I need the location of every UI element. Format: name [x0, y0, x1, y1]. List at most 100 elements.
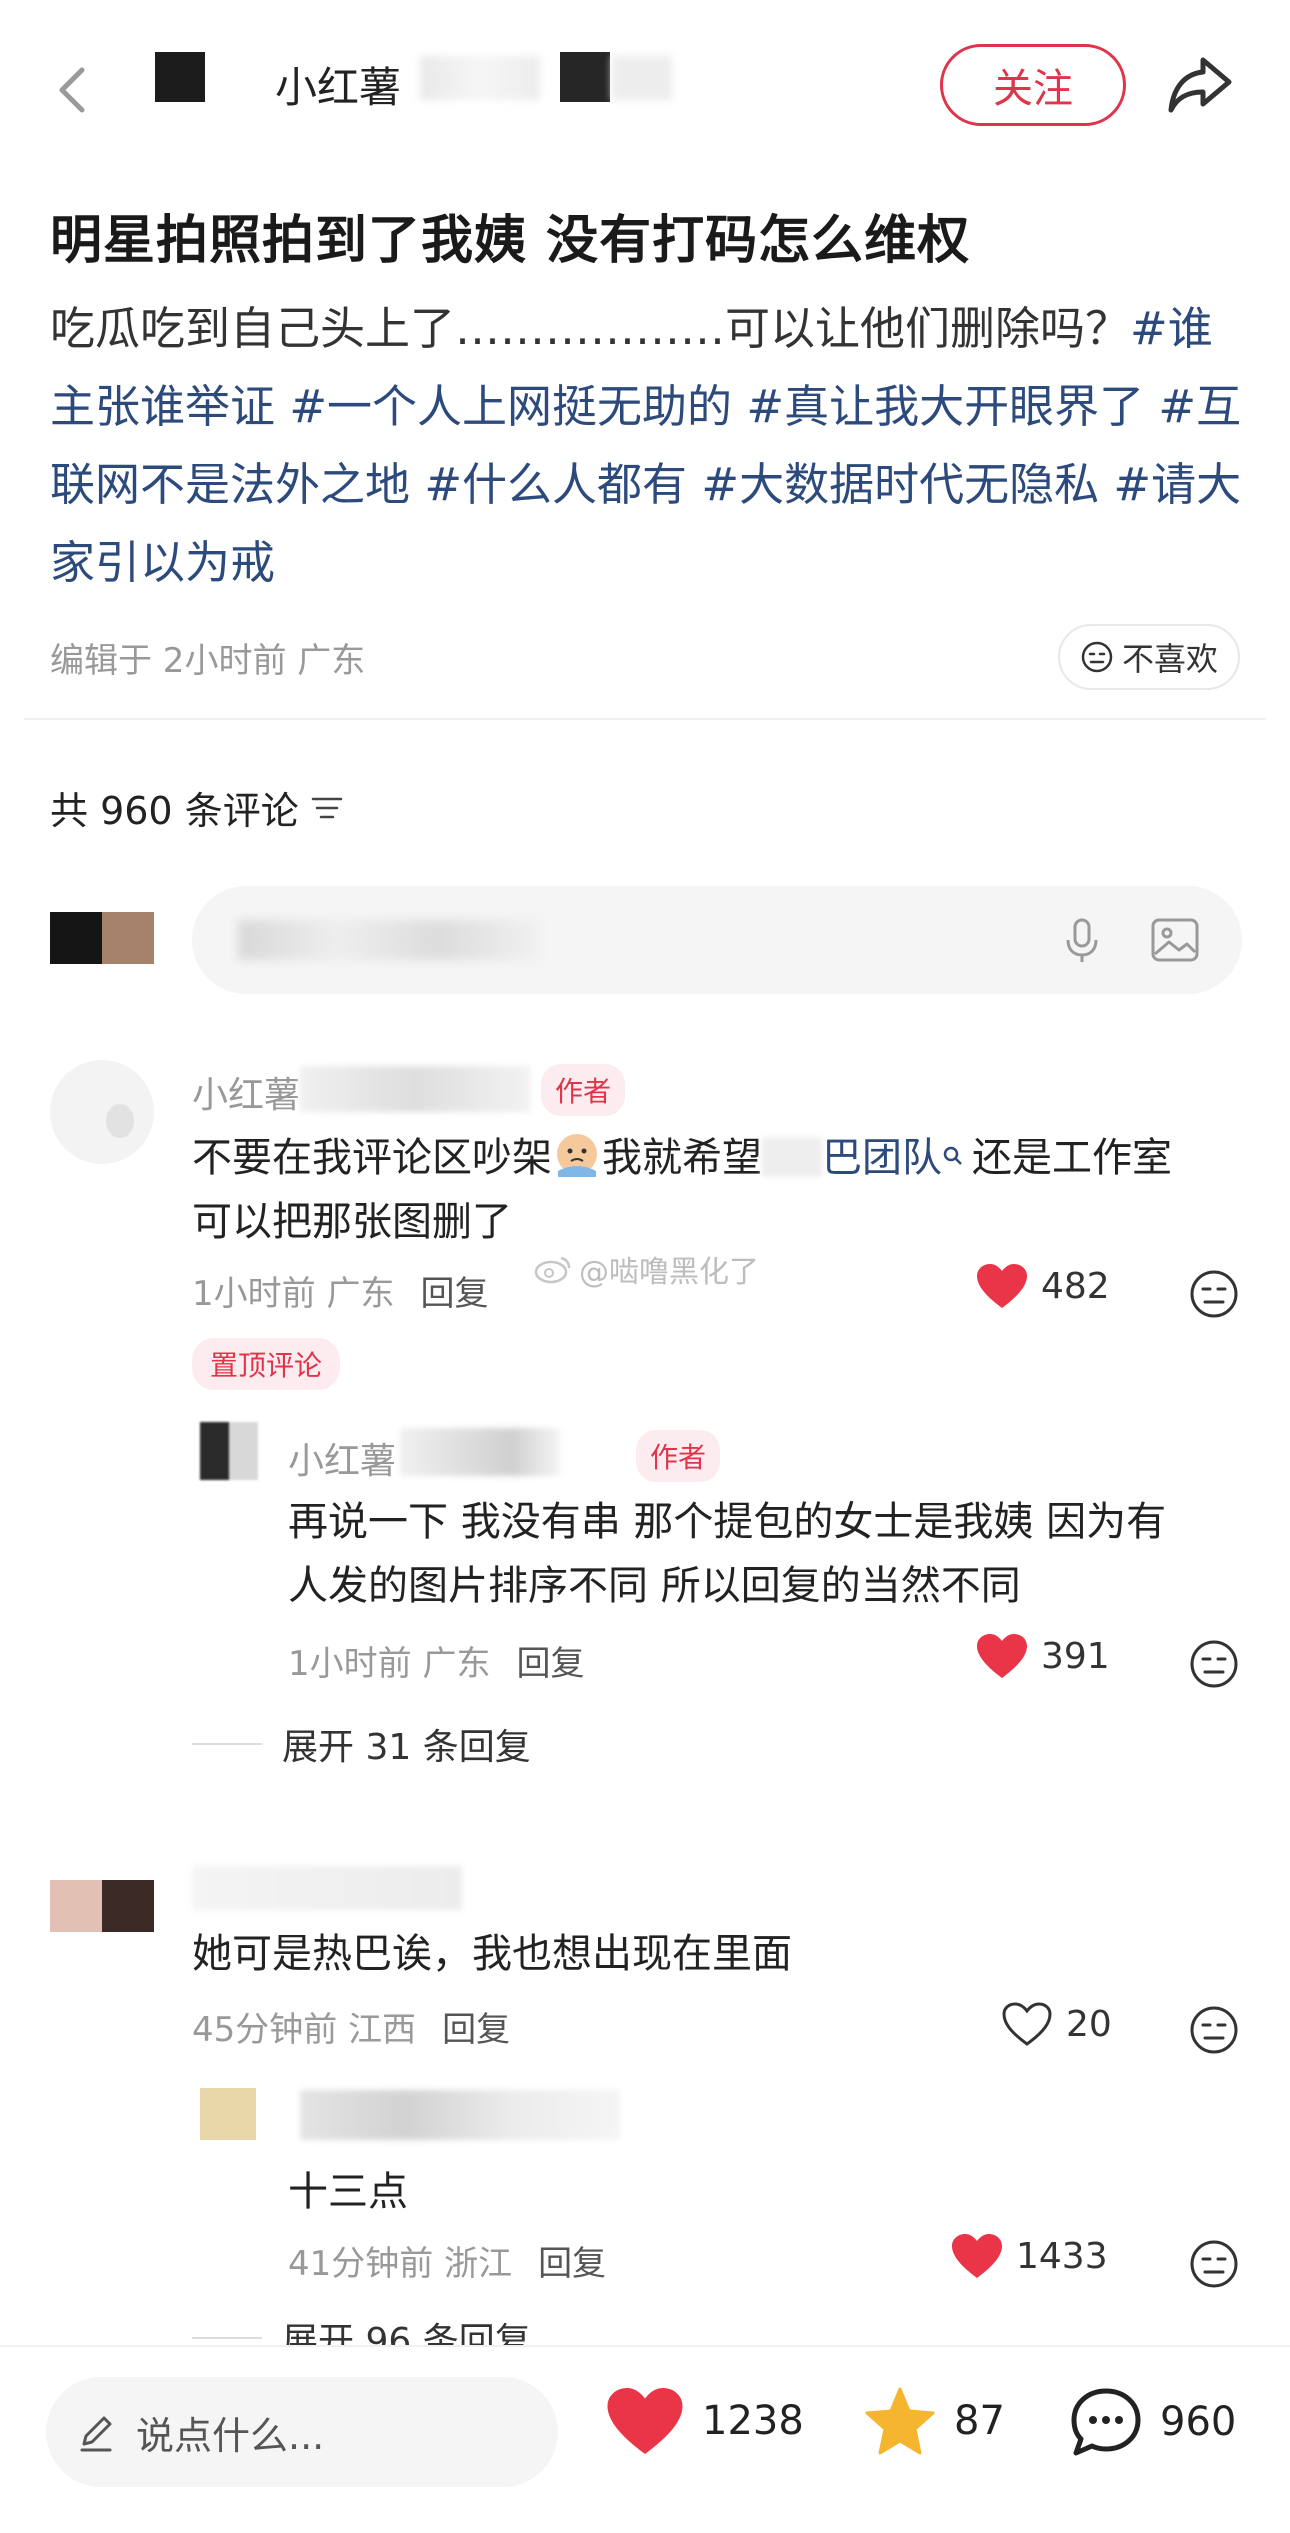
reply-avatar[interactable]	[200, 2088, 256, 2140]
neutral-face-icon[interactable]	[1188, 1268, 1240, 1320]
comment-bubble-icon	[1071, 2388, 1141, 2456]
heart-filled-icon	[952, 2234, 1002, 2278]
comment-text: 不要在我评论区吵架 我就希望 巴团队 还是工作室 可以把那张图删了	[192, 1122, 1252, 1254]
comment-avatar[interactable]	[50, 1880, 154, 1932]
image-icon[interactable]	[1147, 912, 1203, 968]
weibo-icon	[534, 1256, 571, 1284]
comment-time: 45分钟前 江西	[192, 2010, 417, 2050]
collect-total: 87	[954, 2398, 1005, 2444]
heart-filled-icon	[977, 1634, 1027, 1678]
expand-replies-label: 展开 31 条回复	[282, 1727, 531, 1768]
mention-link[interactable]: 巴团队	[822, 1135, 942, 1181]
my-avatar	[50, 912, 154, 964]
name-redacted	[192, 1866, 462, 1910]
comment-avatar[interactable]	[50, 1060, 154, 1164]
comment-author-name[interactable]: 小红薯	[192, 1066, 300, 1118]
reply-button[interactable]: 回复	[538, 2244, 606, 2284]
post-body: 吃瓜吃到自己头上了………………可以让他们删除吗？#谁主张谁举证 #一个人上网挺无…	[50, 290, 1250, 602]
comment-like[interactable]: 482	[975, 1262, 1110, 1310]
reply-meta: 1小时前 广东 回复	[288, 1636, 584, 1685]
heart-filled-icon	[607, 2388, 683, 2454]
comment-text-part: 还是工作室	[972, 1135, 1172, 1181]
reply-text: 再说一下 我没有串 那个提包的女士是我姨 因为有 人发的图片排序不同 所以回复的…	[288, 1490, 1248, 1618]
reply-text-line: 人发的图片排序不同 所以回复的当然不同	[288, 1563, 1021, 1609]
like-count: 482	[1041, 1265, 1110, 1307]
divider	[192, 1743, 262, 1745]
top-header: 小红薯 关注	[0, 0, 1290, 170]
reply-time: 1小时前 广东	[288, 1644, 491, 1684]
comment-text-part: 我就希望	[602, 1135, 762, 1181]
reply-meta: 41分钟前 浙江 回复	[288, 2236, 606, 2285]
comment-input-placeholder-redacted	[238, 920, 538, 960]
sort-icon[interactable]	[309, 793, 345, 823]
comment-time: 1小时前 广东	[192, 1274, 395, 1314]
reply-like[interactable]: 391	[975, 1632, 1110, 1680]
pencil-icon	[80, 2416, 112, 2452]
like-button[interactable]: 1238	[604, 2385, 804, 2457]
reply-like[interactable]: 1433	[950, 2232, 1108, 2280]
watermark: @啮噜黑化了	[533, 1247, 759, 1291]
like-count: 1433	[1016, 2235, 1108, 2277]
pinned-badge: 置顶评论	[192, 1338, 341, 1390]
crying-emoji-icon	[554, 1131, 600, 1177]
dislike-button[interactable]: 不喜欢	[1058, 624, 1240, 690]
reply-avatar[interactable]	[200, 1422, 258, 1480]
author-name-redacted-tail	[612, 56, 672, 100]
name-redacted	[400, 1428, 560, 1476]
text-redacted	[762, 1137, 822, 1177]
comment-total: 960	[1160, 2399, 1237, 2445]
search-icon[interactable]	[942, 1122, 972, 1186]
comment-text-part: 可以把那张图删了	[192, 1199, 512, 1245]
comment-input[interactable]	[192, 886, 1242, 994]
neutral-face-icon[interactable]	[1188, 2004, 1240, 2056]
follow-button[interactable]: 关注	[940, 44, 1126, 126]
reply-text: 十三点	[288, 2169, 408, 2215]
heart-filled-icon	[977, 1264, 1027, 1308]
author-avatar[interactable]	[155, 52, 205, 102]
divider	[24, 718, 1266, 720]
like-count: 20	[1066, 2003, 1112, 2045]
comment-text: 她可是热巴诶，我也想出现在里面	[192, 1931, 792, 1977]
reply-button[interactable]: 回复	[420, 1274, 488, 1314]
comment-button[interactable]: 960	[1068, 2385, 1236, 2459]
microphone-icon[interactable]	[1054, 912, 1110, 968]
reply-button[interactable]: 回复	[516, 1644, 584, 1684]
bottom-bar: 说点什么... 1238 87 960	[0, 2345, 1290, 2533]
say-something-placeholder: 说点什么...	[136, 2413, 325, 2458]
back-arrow-icon[interactable]	[50, 58, 94, 122]
say-something-input[interactable]: 说点什么...	[46, 2377, 558, 2487]
name-redacted	[300, 1066, 530, 1112]
divider	[192, 2337, 262, 2339]
comment-text-part: 不要在我评论区吵架	[192, 1135, 552, 1181]
hashtag[interactable]: #真让我大开眼界了	[746, 380, 1144, 433]
name-redacted	[300, 2090, 620, 2140]
author-badge: 作者	[636, 1430, 721, 1482]
neutral-face-icon[interactable]	[1188, 1638, 1240, 1690]
author-name[interactable]: 小红薯	[275, 54, 401, 115]
reply-author-name[interactable]: 小红薯	[288, 1432, 396, 1484]
post-body-text: 吃瓜吃到自己头上了………………可以让他们删除吗？	[50, 302, 1131, 355]
like-count: 391	[1041, 1635, 1110, 1677]
author-badge: 作者	[541, 1064, 626, 1116]
reply-time: 41分钟前 浙江	[288, 2244, 513, 2284]
hashtag[interactable]: #一个人上网挺无助的	[289, 380, 732, 433]
heart-outline-icon	[1002, 2002, 1052, 2046]
author-name-redacted-block	[560, 52, 610, 102]
hashtag[interactable]: #什么人都有	[424, 458, 687, 511]
neutral-face-icon	[1081, 641, 1113, 673]
expand-replies[interactable]: 展开 31 条回复	[192, 1718, 531, 1770]
like-total: 1238	[702, 2398, 804, 2444]
share-icon[interactable]	[1165, 52, 1235, 116]
comment-meta: 1小时前 广东 回复	[192, 1266, 488, 1315]
neutral-face-icon[interactable]	[1188, 2238, 1240, 2290]
post-meta: 编辑于 2小时前 广东	[50, 641, 366, 681]
post-title: 明星拍照拍到了我姨 没有打码怎么维权	[50, 211, 971, 271]
star-filled-icon	[865, 2387, 935, 2455]
reply-button[interactable]: 回复	[442, 2010, 510, 2050]
comment-like[interactable]: 20	[1000, 2000, 1112, 2048]
hashtag[interactable]: #大数据时代无隐私	[701, 458, 1099, 511]
collect-button[interactable]: 87	[862, 2385, 1005, 2457]
comment-count[interactable]: 共 960 条评论	[50, 780, 345, 835]
comment-count-label: 共 960 条评论	[50, 789, 299, 833]
watermark-text: @啮噜黑化了	[579, 1255, 759, 1290]
